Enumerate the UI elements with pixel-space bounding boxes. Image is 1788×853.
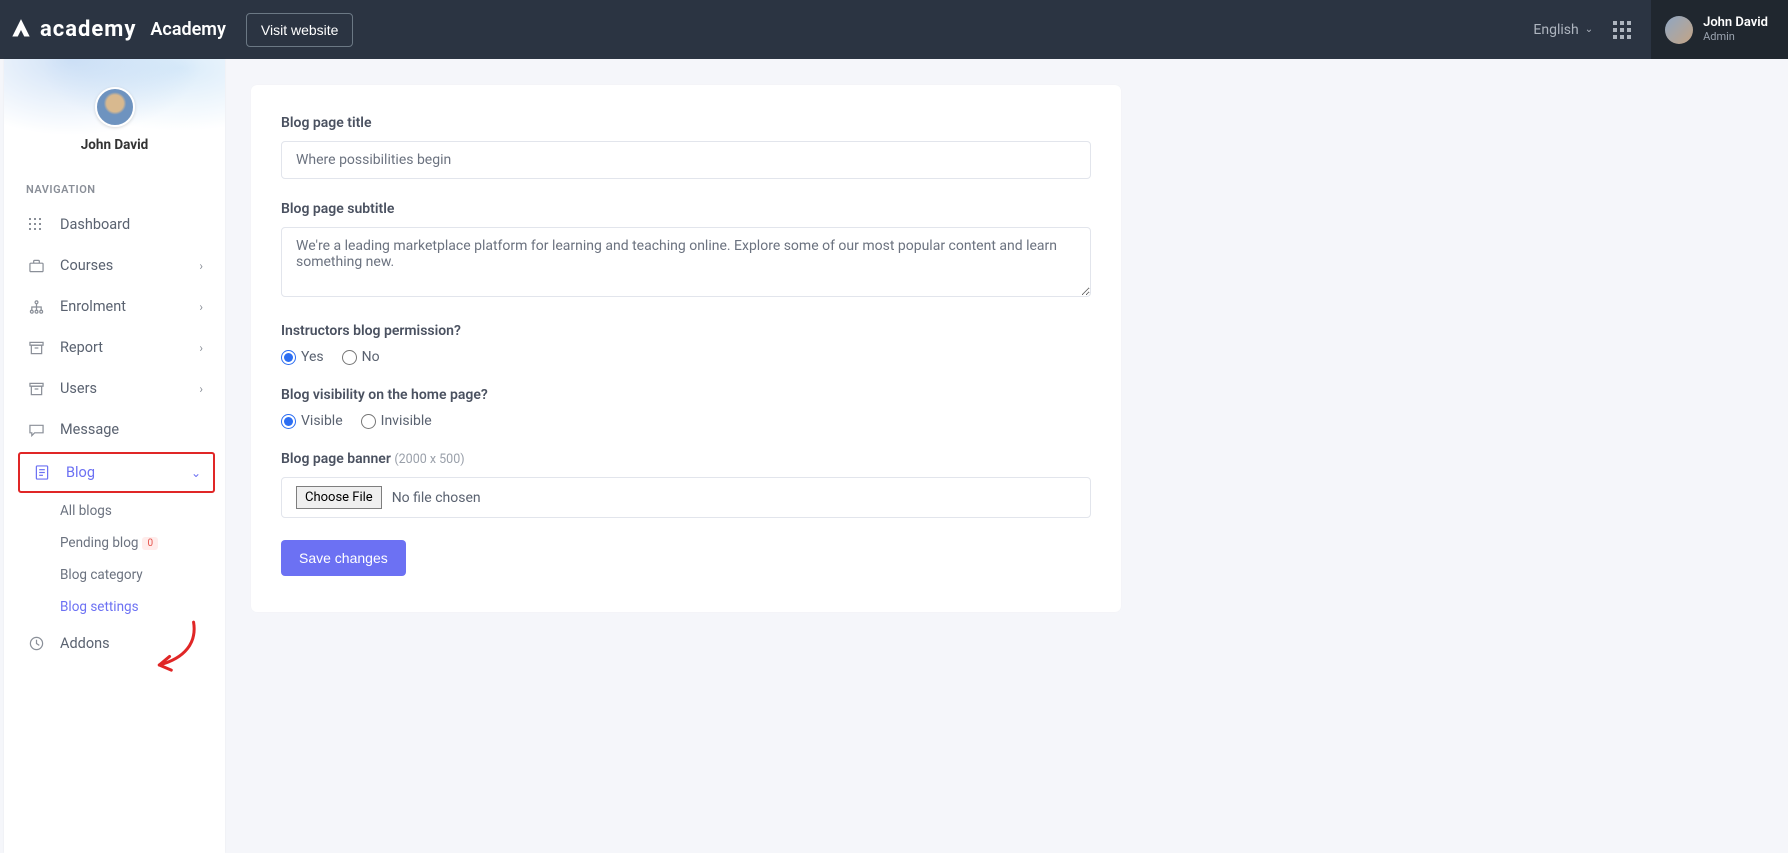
sidebar-item-label: Message [60, 421, 119, 438]
banner-file-input[interactable]: Choose File No file chosen [281, 477, 1091, 518]
file-state-text: No file chosen [392, 490, 481, 506]
sub-item-label: All blogs [60, 503, 112, 519]
sidebar-item-dashboard[interactable]: Dashboard [4, 204, 225, 245]
field-blog-subtitle: Blog page subtitle We're a leading marke… [281, 201, 1091, 301]
banner-label: Blog page banner (2000 x 500) [281, 451, 1091, 467]
sub-item-label: Blog settings [60, 599, 139, 615]
sidebar-item-label: Users [60, 380, 97, 397]
briefcase-icon [26, 259, 46, 273]
avatar[interactable] [95, 87, 135, 127]
tree-icon [26, 300, 46, 314]
permission-no-label: No [362, 349, 380, 365]
sidebar-item-enrolment[interactable]: Enrolment › [4, 286, 225, 327]
chevron-down-icon: ⌄ [1585, 24, 1593, 35]
sidebar-item-label: Dashboard [60, 216, 130, 233]
sub-item-blog-settings[interactable]: Blog settings [60, 591, 225, 623]
logo-icon [8, 17, 34, 43]
permission-no-radio[interactable] [342, 350, 357, 365]
language-selector[interactable]: English ⌄ [1533, 22, 1593, 38]
sub-item-blog-category[interactable]: Blog category [60, 559, 225, 591]
visibility-visible-option[interactable]: Visible [281, 413, 343, 429]
logo[interactable]: academy [8, 17, 136, 43]
apps-grid-icon[interactable] [1613, 21, 1631, 39]
visibility-invisible-option[interactable]: Invisible [361, 413, 432, 429]
language-label: English [1533, 22, 1578, 38]
visibility-label: Blog visibility on the home page? [281, 387, 1091, 403]
chevron-down-icon: ⌄ [191, 466, 201, 480]
profile-name: John David [4, 137, 225, 153]
choose-file-button[interactable]: Choose File [296, 486, 382, 509]
sub-item-all-blogs[interactable]: All blogs [60, 495, 225, 527]
blog-title-label: Blog page title [281, 115, 1091, 131]
site-name: Academy [150, 19, 225, 40]
main-content: Blog page title Blog page subtitle We're… [225, 59, 1788, 853]
field-visibility: Blog visibility on the home page? Visibl… [281, 387, 1091, 429]
avatar [1665, 16, 1693, 44]
user-name: John David [1703, 16, 1768, 30]
user-role: Admin [1703, 30, 1768, 43]
permission-yes-label: Yes [301, 349, 324, 365]
sidebar-item-users[interactable]: Users › [4, 368, 225, 409]
chevron-right-icon: › [199, 341, 203, 355]
archive-icon [26, 382, 46, 396]
sidebar-item-report[interactable]: Report › [4, 327, 225, 368]
message-icon [26, 423, 46, 437]
permission-label: Instructors blog permission? [281, 323, 1091, 339]
sidebar-item-label: Blog [66, 464, 95, 481]
field-banner: Blog page banner (2000 x 500) Choose Fil… [281, 451, 1091, 518]
grid-icon [26, 218, 46, 232]
sidebar-item-label: Enrolment [60, 298, 126, 315]
sub-item-label: Blog category [60, 567, 143, 583]
banner-label-text: Blog page banner [281, 451, 391, 467]
document-icon [32, 465, 52, 480]
topbar: academy Academy Visit website English ⌄ … [0, 0, 1788, 59]
sidebar-profile: John David [4, 59, 225, 169]
pending-count-badge: 0 [142, 537, 158, 550]
blog-submenu: All blogs Pending blog 0 Blog category B… [4, 495, 225, 623]
sidebar-item-label: Courses [60, 257, 113, 274]
archive-icon [26, 341, 46, 355]
visibility-visible-radio[interactable] [281, 414, 296, 429]
blog-subtitle-label: Blog page subtitle [281, 201, 1091, 217]
field-blog-title: Blog page title [281, 115, 1091, 179]
logo-text: academy [40, 17, 136, 42]
visibility-invisible-label: Invisible [381, 413, 432, 429]
sidebar-item-courses[interactable]: Courses › [4, 245, 225, 286]
field-permission: Instructors blog permission? Yes No [281, 323, 1091, 365]
sidebar-item-label: Addons [60, 635, 110, 652]
sidebar-item-label: Report [60, 339, 103, 356]
banner-hint: (2000 x 500) [394, 452, 464, 467]
permission-yes-radio[interactable] [281, 350, 296, 365]
visibility-invisible-radio[interactable] [361, 414, 376, 429]
blog-title-input[interactable] [281, 141, 1091, 179]
chevron-right-icon: › [199, 300, 203, 314]
sub-item-label: Pending blog [60, 535, 138, 551]
sidebar-item-message[interactable]: Message [4, 409, 225, 450]
blog-subtitle-input[interactable]: We're a leading marketplace platform for… [281, 227, 1091, 297]
sidebar: John David NAVIGATION Dashboard Courses … [4, 59, 225, 853]
sidebar-item-blog[interactable]: Blog ⌄ [20, 454, 213, 491]
chevron-right-icon: › [199, 259, 203, 273]
sub-item-pending-blog[interactable]: Pending blog 0 [60, 527, 225, 559]
visit-website-button[interactable]: Visit website [246, 13, 354, 47]
user-menu[interactable]: John David Admin [1651, 0, 1788, 59]
sidebar-item-addons[interactable]: Addons [4, 623, 225, 664]
permission-yes-option[interactable]: Yes [281, 349, 324, 365]
visibility-visible-label: Visible [301, 413, 343, 429]
save-changes-button[interactable]: Save changes [281, 540, 406, 576]
clock-icon [26, 636, 46, 651]
highlight-annotation: Blog ⌄ [18, 452, 215, 493]
settings-card: Blog page title Blog page subtitle We're… [251, 85, 1121, 612]
chevron-right-icon: › [199, 382, 203, 396]
permission-no-option[interactable]: No [342, 349, 380, 365]
nav-section-label: NAVIGATION [4, 169, 225, 204]
